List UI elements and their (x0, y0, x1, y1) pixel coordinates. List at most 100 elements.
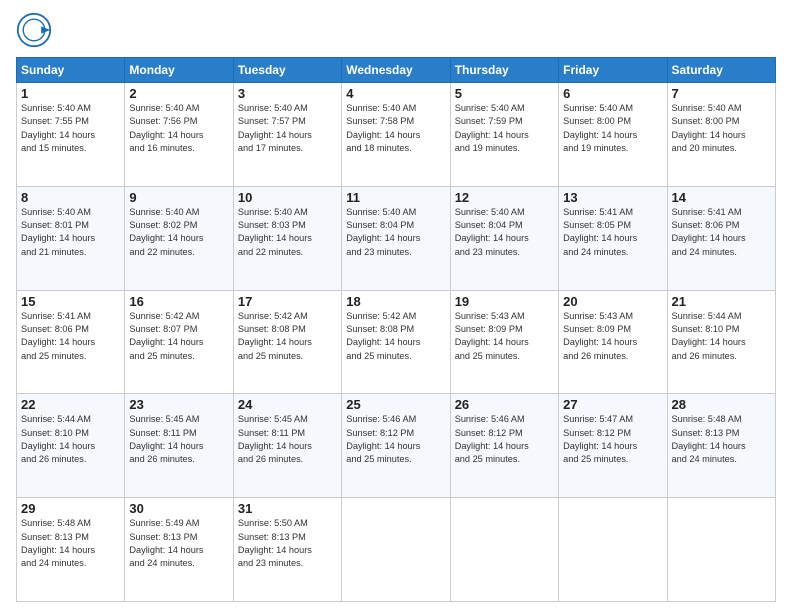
calendar-cell: 31 Sunrise: 5:50 AMSunset: 8:13 PMDaylig… (233, 498, 341, 602)
day-info: Sunrise: 5:49 AMSunset: 8:13 PMDaylight:… (129, 518, 203, 568)
calendar-cell: 27 Sunrise: 5:47 AMSunset: 8:12 PMDaylig… (559, 394, 667, 498)
calendar-week-3: 15 Sunrise: 5:41 AMSunset: 8:06 PMDaylig… (17, 290, 776, 394)
calendar-body: 1 Sunrise: 5:40 AMSunset: 7:55 PMDayligh… (17, 83, 776, 602)
logo-icon (16, 12, 52, 53)
calendar-header-tuesday: Tuesday (233, 58, 341, 83)
day-info: Sunrise: 5:40 AMSunset: 8:03 PMDaylight:… (238, 207, 312, 257)
calendar-week-5: 29 Sunrise: 5:48 AMSunset: 8:13 PMDaylig… (17, 498, 776, 602)
day-number: 25 (346, 397, 445, 412)
calendar-cell: 4 Sunrise: 5:40 AMSunset: 7:58 PMDayligh… (342, 83, 450, 187)
calendar-cell: 8 Sunrise: 5:40 AMSunset: 8:01 PMDayligh… (17, 186, 125, 290)
calendar-cell: 10 Sunrise: 5:40 AMSunset: 8:03 PMDaylig… (233, 186, 341, 290)
day-number: 3 (238, 86, 337, 101)
day-number: 23 (129, 397, 228, 412)
day-number: 21 (672, 294, 771, 309)
calendar-cell (342, 498, 450, 602)
calendar-cell: 17 Sunrise: 5:42 AMSunset: 8:08 PMDaylig… (233, 290, 341, 394)
calendar-cell: 19 Sunrise: 5:43 AMSunset: 8:09 PMDaylig… (450, 290, 558, 394)
day-number: 7 (672, 86, 771, 101)
calendar-cell: 21 Sunrise: 5:44 AMSunset: 8:10 PMDaylig… (667, 290, 775, 394)
day-number: 12 (455, 190, 554, 205)
day-number: 8 (21, 190, 120, 205)
day-info: Sunrise: 5:40 AMSunset: 7:55 PMDaylight:… (21, 103, 95, 153)
calendar-cell: 26 Sunrise: 5:46 AMSunset: 8:12 PMDaylig… (450, 394, 558, 498)
calendar-header-saturday: Saturday (667, 58, 775, 83)
calendar-header-wednesday: Wednesday (342, 58, 450, 83)
logo (16, 12, 54, 53)
day-number: 26 (455, 397, 554, 412)
day-info: Sunrise: 5:43 AMSunset: 8:09 PMDaylight:… (455, 311, 529, 361)
day-number: 5 (455, 86, 554, 101)
calendar-cell: 14 Sunrise: 5:41 AMSunset: 8:06 PMDaylig… (667, 186, 775, 290)
day-number: 4 (346, 86, 445, 101)
calendar-page: SundayMondayTuesdayWednesdayThursdayFrid… (0, 0, 792, 612)
day-info: Sunrise: 5:40 AMSunset: 7:58 PMDaylight:… (346, 103, 420, 153)
day-info: Sunrise: 5:50 AMSunset: 8:13 PMDaylight:… (238, 518, 312, 568)
day-number: 20 (563, 294, 662, 309)
day-info: Sunrise: 5:40 AMSunset: 8:04 PMDaylight:… (455, 207, 529, 257)
calendar-week-4: 22 Sunrise: 5:44 AMSunset: 8:10 PMDaylig… (17, 394, 776, 498)
calendar-cell: 23 Sunrise: 5:45 AMSunset: 8:11 PMDaylig… (125, 394, 233, 498)
day-number: 27 (563, 397, 662, 412)
calendar-table: SundayMondayTuesdayWednesdayThursdayFrid… (16, 57, 776, 602)
day-info: Sunrise: 5:42 AMSunset: 8:07 PMDaylight:… (129, 311, 203, 361)
calendar-cell: 16 Sunrise: 5:42 AMSunset: 8:07 PMDaylig… (125, 290, 233, 394)
day-info: Sunrise: 5:40 AMSunset: 7:57 PMDaylight:… (238, 103, 312, 153)
calendar-header-sunday: Sunday (17, 58, 125, 83)
calendar-cell: 20 Sunrise: 5:43 AMSunset: 8:09 PMDaylig… (559, 290, 667, 394)
day-info: Sunrise: 5:48 AMSunset: 8:13 PMDaylight:… (672, 414, 746, 464)
calendar-cell: 22 Sunrise: 5:44 AMSunset: 8:10 PMDaylig… (17, 394, 125, 498)
day-number: 10 (238, 190, 337, 205)
day-info: Sunrise: 5:45 AMSunset: 8:11 PMDaylight:… (129, 414, 203, 464)
day-info: Sunrise: 5:41 AMSunset: 8:06 PMDaylight:… (21, 311, 95, 361)
calendar-header-thursday: Thursday (450, 58, 558, 83)
day-info: Sunrise: 5:48 AMSunset: 8:13 PMDaylight:… (21, 518, 95, 568)
day-number: 28 (672, 397, 771, 412)
calendar-cell: 24 Sunrise: 5:45 AMSunset: 8:11 PMDaylig… (233, 394, 341, 498)
calendar-cell: 2 Sunrise: 5:40 AMSunset: 7:56 PMDayligh… (125, 83, 233, 187)
day-number: 24 (238, 397, 337, 412)
day-info: Sunrise: 5:40 AMSunset: 7:56 PMDaylight:… (129, 103, 203, 153)
calendar-cell: 28 Sunrise: 5:48 AMSunset: 8:13 PMDaylig… (667, 394, 775, 498)
calendar-cell: 15 Sunrise: 5:41 AMSunset: 8:06 PMDaylig… (17, 290, 125, 394)
calendar-cell (559, 498, 667, 602)
day-info: Sunrise: 5:45 AMSunset: 8:11 PMDaylight:… (238, 414, 312, 464)
day-info: Sunrise: 5:43 AMSunset: 8:09 PMDaylight:… (563, 311, 637, 361)
calendar-header-monday: Monday (125, 58, 233, 83)
day-number: 17 (238, 294, 337, 309)
day-number: 13 (563, 190, 662, 205)
calendar-cell: 5 Sunrise: 5:40 AMSunset: 7:59 PMDayligh… (450, 83, 558, 187)
day-info: Sunrise: 5:44 AMSunset: 8:10 PMDaylight:… (21, 414, 95, 464)
day-number: 19 (455, 294, 554, 309)
day-number: 15 (21, 294, 120, 309)
calendar-cell: 1 Sunrise: 5:40 AMSunset: 7:55 PMDayligh… (17, 83, 125, 187)
day-number: 30 (129, 501, 228, 516)
day-info: Sunrise: 5:40 AMSunset: 8:01 PMDaylight:… (21, 207, 95, 257)
day-number: 16 (129, 294, 228, 309)
calendar-header-friday: Friday (559, 58, 667, 83)
calendar-cell: 13 Sunrise: 5:41 AMSunset: 8:05 PMDaylig… (559, 186, 667, 290)
calendar-cell (667, 498, 775, 602)
calendar-cell: 9 Sunrise: 5:40 AMSunset: 8:02 PMDayligh… (125, 186, 233, 290)
calendar-cell: 3 Sunrise: 5:40 AMSunset: 7:57 PMDayligh… (233, 83, 341, 187)
calendar-cell: 30 Sunrise: 5:49 AMSunset: 8:13 PMDaylig… (125, 498, 233, 602)
day-info: Sunrise: 5:46 AMSunset: 8:12 PMDaylight:… (455, 414, 529, 464)
calendar-cell: 11 Sunrise: 5:40 AMSunset: 8:04 PMDaylig… (342, 186, 450, 290)
header (16, 12, 776, 53)
day-info: Sunrise: 5:42 AMSunset: 8:08 PMDaylight:… (238, 311, 312, 361)
calendar-cell: 6 Sunrise: 5:40 AMSunset: 8:00 PMDayligh… (559, 83, 667, 187)
day-number: 6 (563, 86, 662, 101)
day-number: 18 (346, 294, 445, 309)
calendar-week-2: 8 Sunrise: 5:40 AMSunset: 8:01 PMDayligh… (17, 186, 776, 290)
calendar-cell: 29 Sunrise: 5:48 AMSunset: 8:13 PMDaylig… (17, 498, 125, 602)
day-info: Sunrise: 5:40 AMSunset: 7:59 PMDaylight:… (455, 103, 529, 153)
day-info: Sunrise: 5:40 AMSunset: 8:00 PMDaylight:… (563, 103, 637, 153)
day-info: Sunrise: 5:40 AMSunset: 8:04 PMDaylight:… (346, 207, 420, 257)
calendar-week-1: 1 Sunrise: 5:40 AMSunset: 7:55 PMDayligh… (17, 83, 776, 187)
calendar-cell: 18 Sunrise: 5:42 AMSunset: 8:08 PMDaylig… (342, 290, 450, 394)
day-info: Sunrise: 5:40 AMSunset: 8:02 PMDaylight:… (129, 207, 203, 257)
day-number: 1 (21, 86, 120, 101)
calendar-cell: 25 Sunrise: 5:46 AMSunset: 8:12 PMDaylig… (342, 394, 450, 498)
day-info: Sunrise: 5:41 AMSunset: 8:05 PMDaylight:… (563, 207, 637, 257)
calendar-header-row: SundayMondayTuesdayWednesdayThursdayFrid… (17, 58, 776, 83)
